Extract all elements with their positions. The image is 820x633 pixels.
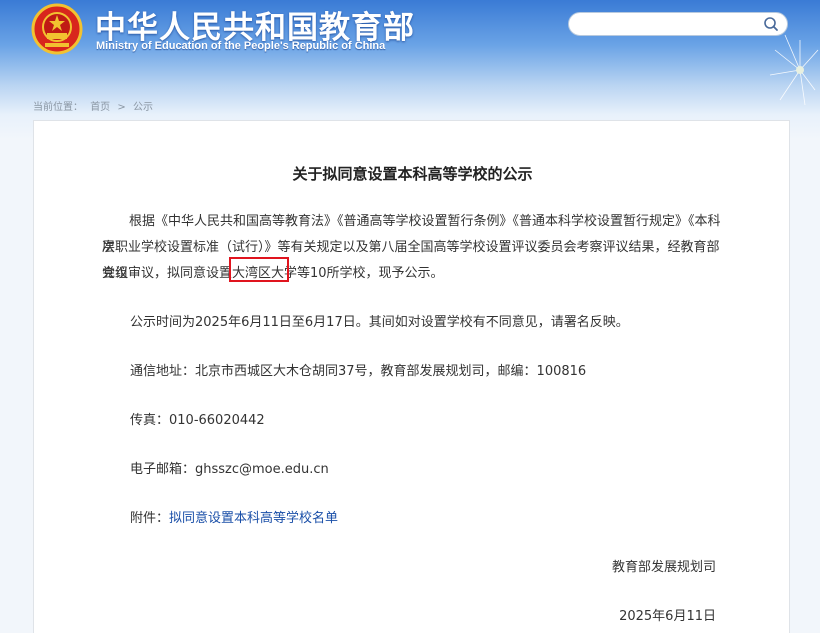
attachment-link[interactable]: 拟同意设置本科高等学校名单 xyxy=(169,511,338,526)
article-card: 关于拟同意设置本科高等学校的公示 根据《中华人民共和国高等教育法》《普通高等学校… xyxy=(33,120,790,633)
attachment-row: 附件：拟同意设置本科高等学校名单 xyxy=(130,507,338,526)
search-box xyxy=(568,12,788,36)
breadcrumb-separator: > xyxy=(117,102,126,113)
email-address: 电子邮箱：ghsszc@moe.edu.cn xyxy=(130,462,329,477)
mailing-address: 通信地址：北京市西城区大木仓胡同37号，教育部发展规划司，邮编：100816 xyxy=(130,364,587,379)
breadcrumb-item-notice[interactable]: 公示 xyxy=(133,102,153,113)
site-header: 中华人民共和国教育部 Ministry of Education of the … xyxy=(0,0,820,106)
search-input[interactable] xyxy=(579,15,763,35)
attachment-label: 附件： xyxy=(130,511,170,526)
signer-department: 教育部发展规划司 xyxy=(611,560,716,575)
paragraph-1-line-3: 会议审议，拟同意设置大湾区大学等10所学校，现予公示。 xyxy=(102,266,444,281)
highlight-annotation-box xyxy=(229,257,289,282)
article-title: 关于拟同意设置本科高等学校的公示 xyxy=(292,165,533,183)
fax-number: 传真：010-66020442 xyxy=(130,413,265,428)
site-title-english: Ministry of Education of the People's Re… xyxy=(96,40,386,52)
breadcrumb-item-home[interactable]: 首页 xyxy=(90,102,110,113)
breadcrumb: 当前位置： 首页 > 公示 xyxy=(33,98,157,113)
notice-period: 公示时间为2025年6月11日至6月17日。其间如对设置学校有不同意见，请署名反… xyxy=(130,315,629,330)
national-emblem-icon[interactable] xyxy=(31,3,83,55)
dandelion-decoration-icon xyxy=(769,34,819,106)
breadcrumb-prefix: 当前位置： xyxy=(33,102,83,113)
publish-date: 2025年6月11日 xyxy=(619,609,716,624)
